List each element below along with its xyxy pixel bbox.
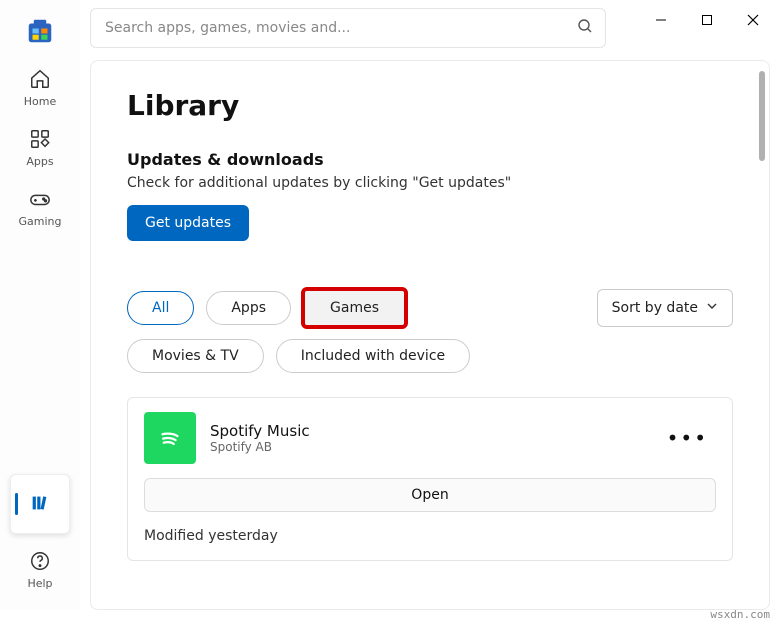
more-options-button[interactable]: ••• <box>659 422 716 454</box>
maximize-button[interactable] <box>684 0 730 40</box>
nav-home[interactable]: Home <box>10 58 70 118</box>
filter-movies-tv[interactable]: Movies & TV <box>127 339 264 373</box>
minimize-button[interactable] <box>638 0 684 40</box>
open-button[interactable]: Open <box>144 478 716 512</box>
apps-icon <box>29 128 51 153</box>
nav-apps-label: Apps <box>26 155 53 168</box>
get-updates-button[interactable]: Get updates <box>127 205 249 241</box>
search-icon <box>577 18 593 38</box>
chevron-down-icon <box>706 300 718 316</box>
search-input[interactable] <box>103 19 577 37</box>
filter-all[interactable]: All <box>127 291 194 325</box>
sort-dropdown[interactable]: Sort by date <box>597 289 733 327</box>
nav-library[interactable] <box>10 474 70 534</box>
nav-help[interactable]: Help <box>10 540 70 600</box>
app-card: Spotify Music Spotify AB ••• Open Modifi… <box>127 397 733 561</box>
sidebar: Home Apps Gaming Help <box>0 0 80 610</box>
nav-gaming[interactable]: Gaming <box>10 178 70 238</box>
updates-heading: Updates & downloads <box>127 150 733 169</box>
scrollbar[interactable] <box>759 71 765 161</box>
close-button[interactable] <box>730 0 776 40</box>
app-name: Spotify Music <box>210 422 310 440</box>
app-publisher: Spotify AB <box>210 440 310 454</box>
filter-games[interactable]: Games <box>303 289 406 327</box>
store-logo-icon <box>25 16 55 46</box>
filter-included[interactable]: Included with device <box>276 339 470 373</box>
gaming-icon <box>29 188 51 213</box>
sort-label: Sort by date <box>612 300 698 316</box>
search-box[interactable] <box>90 8 606 48</box>
home-icon <box>29 68 51 93</box>
spotify-icon <box>144 412 196 464</box>
library-icon <box>29 492 51 517</box>
nav-apps[interactable]: Apps <box>10 118 70 178</box>
modified-text: Modified yesterday <box>144 528 716 544</box>
nav-gaming-label: Gaming <box>19 215 62 228</box>
nav-home-label: Home <box>24 95 56 108</box>
main-content: Library Updates & downloads Check for ad… <box>90 60 770 610</box>
nav-help-label: Help <box>27 577 52 590</box>
filter-apps[interactable]: Apps <box>206 291 291 325</box>
updates-subtext: Check for additional updates by clicking… <box>127 175 733 191</box>
help-icon <box>29 550 51 575</box>
page-title: Library <box>127 89 733 122</box>
watermark: wsxdn.com <box>710 608 770 621</box>
